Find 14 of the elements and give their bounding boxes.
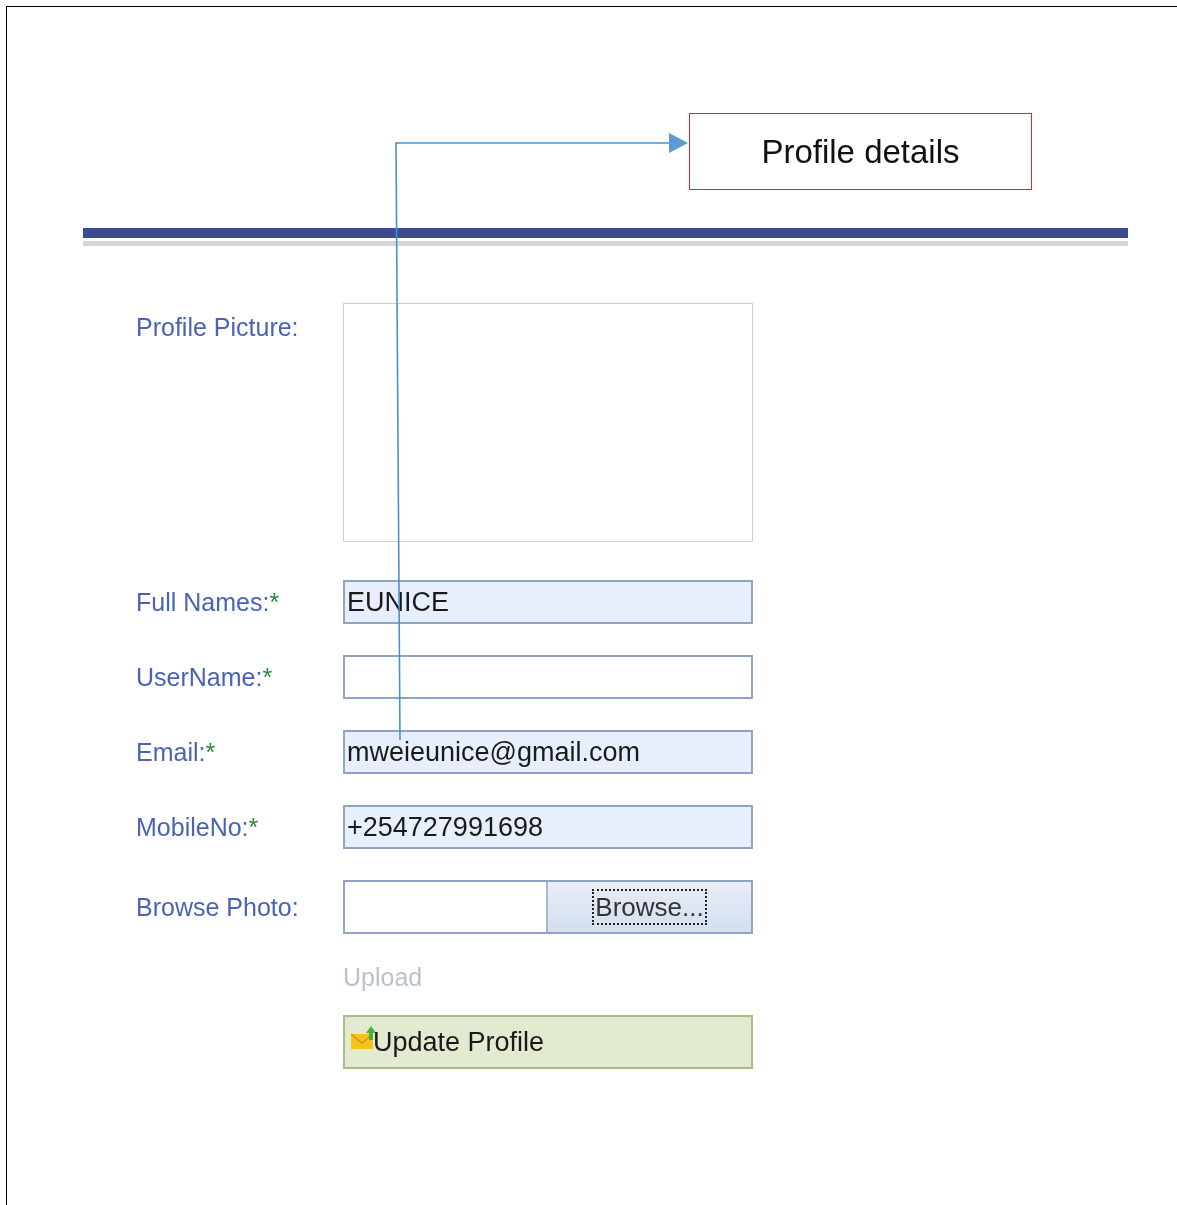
field-label: Browse Photo: — [136, 892, 300, 922]
field-label: Profile Picture: — [136, 313, 300, 342]
update-profile-button[interactable]: Update Profile — [343, 1015, 753, 1069]
input-field[interactable]: +254727991698 — [343, 805, 753, 849]
browse-button[interactable]: Browse... — [548, 882, 751, 932]
field-label: Email:* — [136, 737, 217, 767]
field-label: Full Names:* — [136, 587, 281, 617]
file-field[interactable]: Browse... — [343, 880, 753, 934]
field-label: UserName:* — [136, 662, 274, 692]
envelope-icon — [351, 1026, 377, 1052]
input-field[interactable]: mweieunice@gmail.com — [343, 730, 753, 774]
input-field[interactable] — [343, 655, 753, 699]
field-label: MobileNo:* — [136, 812, 260, 842]
callout-label: Profile details — [689, 113, 1032, 190]
